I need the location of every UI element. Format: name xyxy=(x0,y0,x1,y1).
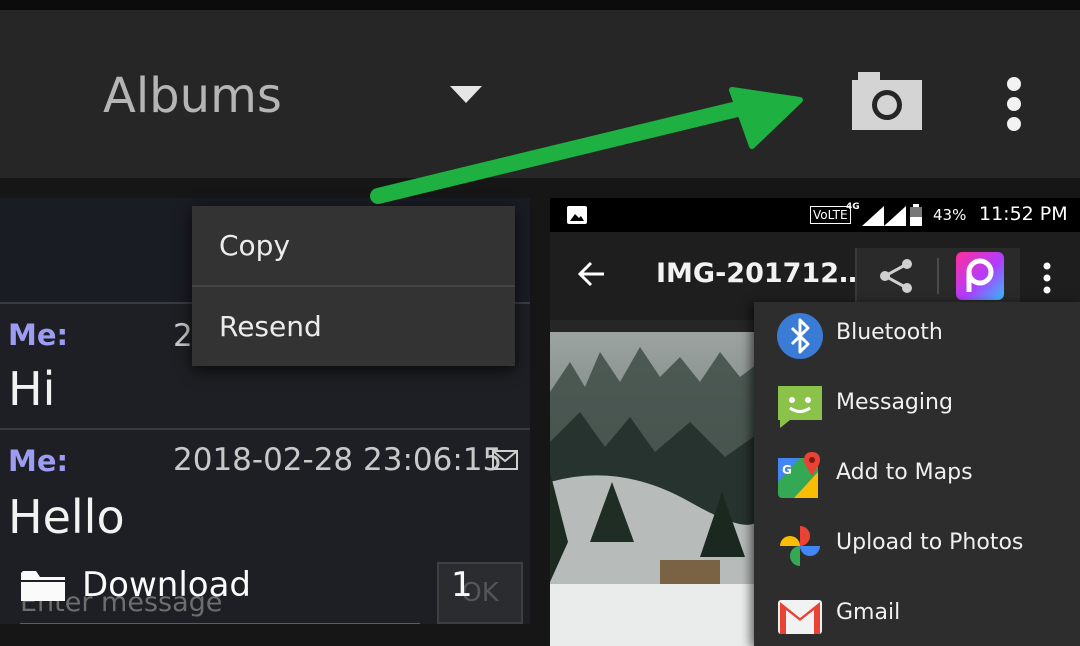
image-title: IMG-201712… xyxy=(656,258,867,289)
battery-percent: 43% xyxy=(933,206,967,224)
picsart-glyph-icon xyxy=(966,258,994,292)
top-strip xyxy=(0,0,1080,10)
share-item-label: Messaging xyxy=(836,390,953,415)
share-sheet: Bluetooth Messaging G Add to Maps Upload… xyxy=(754,302,1080,646)
image-notification-icon xyxy=(567,206,587,224)
albums-title[interactable]: Albums xyxy=(103,68,282,124)
menu-item-copy[interactable]: Copy xyxy=(192,206,515,286)
svg-text:G: G xyxy=(782,463,792,477)
maps-icon: G xyxy=(778,452,820,498)
camera-icon[interactable] xyxy=(852,72,922,130)
message-sender: Me: xyxy=(8,444,69,478)
overflow-menu-icon[interactable] xyxy=(1040,262,1054,294)
messaging-icon xyxy=(778,386,822,428)
share-actions xyxy=(855,248,1020,304)
share-item-label: Add to Maps xyxy=(836,460,973,485)
photo-scene xyxy=(550,332,760,646)
message-timestamp: 2018-02-28 23:06:15 xyxy=(173,442,503,478)
status-clock: 11:52 PM xyxy=(979,203,1068,225)
ok-button[interactable]: OK xyxy=(437,562,523,624)
share-item-messaging[interactable]: Messaging xyxy=(754,372,1080,442)
message-body: Hello xyxy=(8,490,125,544)
share-item-gmail[interactable]: Gmail xyxy=(754,582,1080,646)
signal-icon xyxy=(862,206,884,226)
envelope-icon xyxy=(492,450,518,470)
message-body: Hi xyxy=(8,362,56,416)
share-icon[interactable] xyxy=(877,257,915,295)
dropdown-arrow-icon[interactable] xyxy=(450,86,482,103)
picsart-icon[interactable] xyxy=(956,252,1004,300)
message-row[interactable]: Me: 2018-02-28 23:06:15 Hello xyxy=(0,430,530,580)
divider xyxy=(937,258,939,294)
battery-icon xyxy=(910,204,922,226)
back-arrow-icon[interactable] xyxy=(578,260,606,288)
status-bar: VoLTE 4G 43% 11:52 PM xyxy=(550,198,1080,232)
item-count: 1 xyxy=(451,565,473,605)
share-item-label: Upload to Photos xyxy=(836,530,1024,555)
folder-name: Download xyxy=(82,565,252,605)
message-timestamp: 2 xyxy=(173,318,193,354)
download-folder[interactable]: Download xyxy=(20,562,251,608)
gmail-icon xyxy=(778,600,822,634)
photos-icon xyxy=(780,526,820,566)
bluetooth-icon xyxy=(777,313,823,359)
menu-item-resend[interactable]: Resend xyxy=(192,287,515,367)
albums-toolbar: Albums xyxy=(0,10,1080,178)
signal-icon xyxy=(884,206,906,226)
network-generation: 4G xyxy=(846,202,860,212)
share-item-bluetooth[interactable]: Bluetooth xyxy=(754,302,1080,372)
volte-badge: VoLTE xyxy=(810,206,851,224)
share-item-photos[interactable]: Upload to Photos xyxy=(754,512,1080,582)
share-item-label: Gmail xyxy=(836,600,901,625)
share-item-label: Bluetooth xyxy=(836,320,943,345)
share-item-maps[interactable]: G Add to Maps xyxy=(754,442,1080,512)
folder-icon xyxy=(21,571,65,601)
overflow-menu-icon[interactable] xyxy=(1000,76,1028,132)
snowy-forest-photo xyxy=(550,332,760,646)
phone-screenshot: VoLTE 4G 43% 11:52 PM IMG-201712… Blueto… xyxy=(550,198,1080,646)
message-sender: Me: xyxy=(8,318,69,352)
message-context-menu: Copy Resend xyxy=(192,206,515,366)
